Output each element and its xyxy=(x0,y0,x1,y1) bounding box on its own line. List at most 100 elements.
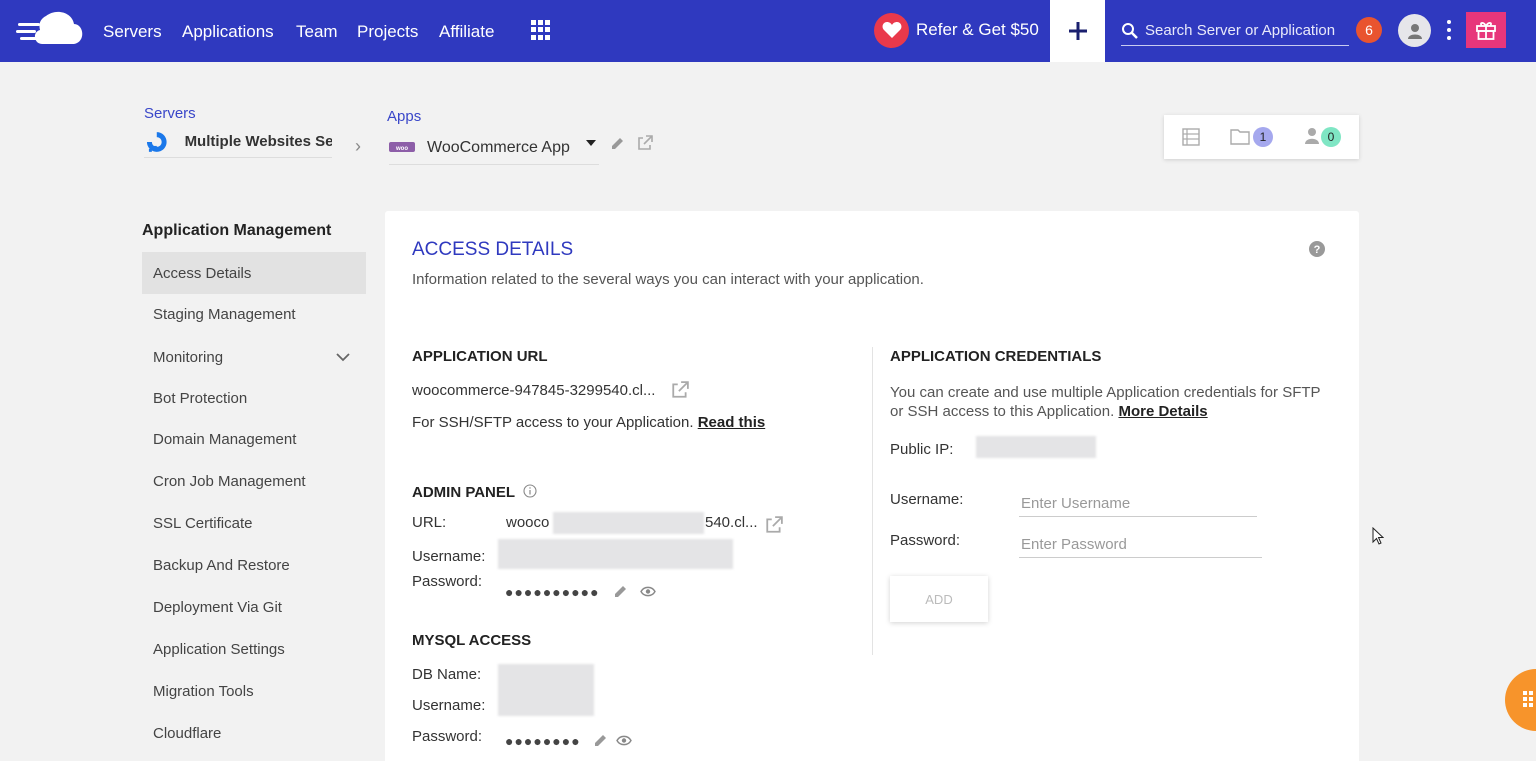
sidebar-title: Application Management xyxy=(142,222,332,239)
sidebar-item[interactable]: Deployment Via Git xyxy=(142,586,366,628)
admin-username-label: Username: xyxy=(412,548,486,565)
nav-affiliate[interactable]: Affiliate xyxy=(439,22,494,42)
refer-label: Refer & Get $50 xyxy=(916,20,1039,39)
admin-password-mask: ●●●●●●●●●● xyxy=(505,584,600,600)
page-subtitle: Information related to the several ways … xyxy=(412,271,924,288)
members-count-badge: 0 xyxy=(1321,127,1341,147)
search-icon xyxy=(1122,22,1138,39)
info-icon[interactable] xyxy=(523,484,537,498)
folder-icon[interactable] xyxy=(1230,128,1250,145)
edit-app-name-icon[interactable] xyxy=(611,137,624,150)
svg-text:woo: woo xyxy=(395,146,408,152)
sidebar-item[interactable]: Cloudflare xyxy=(142,712,366,754)
apps-grid-icon[interactable] xyxy=(531,20,551,40)
sidebar-item[interactable]: Migration Tools xyxy=(142,670,366,712)
cloudways-logo-icon[interactable] xyxy=(16,10,84,50)
app-url-external-icon[interactable] xyxy=(671,381,689,399)
user-avatar[interactable] xyxy=(1398,14,1431,47)
mysql-password-mask: ●●●●●●●● xyxy=(505,733,581,749)
sidebar-item[interactable]: Domain Management xyxy=(142,418,366,460)
ssh-access-text: For SSH/SFTP access to your Application. xyxy=(412,414,694,431)
ssh-access-note: For SSH/SFTP access to your Application.… xyxy=(412,414,765,431)
sidebar-item-label: Cloudflare xyxy=(153,724,222,742)
nav-servers[interactable]: Servers xyxy=(103,22,162,42)
more-menu-icon[interactable] xyxy=(1445,20,1453,40)
db-name-label: DB Name: xyxy=(412,666,482,683)
list-view-icon[interactable] xyxy=(1182,128,1200,146)
mouse-cursor-icon xyxy=(1372,527,1384,545)
admin-url-redacted xyxy=(553,512,704,534)
sidebar-item-label: Staging Management xyxy=(153,305,296,323)
nav-projects[interactable]: Projects xyxy=(357,22,418,42)
help-icon[interactable]: ? xyxy=(1309,241,1325,257)
open-external-icon[interactable] xyxy=(637,135,653,151)
credentials-desc-text: You can create and use multiple Applicat… xyxy=(890,384,1321,420)
members-icon[interactable] xyxy=(1304,127,1320,145)
sidebar-item-label: Domain Management xyxy=(153,430,297,448)
sidebar-item-label: Deployment Via Git xyxy=(153,598,282,616)
cred-password-input[interactable] xyxy=(1019,532,1262,558)
admin-url-start[interactable]: wooco xyxy=(506,514,549,531)
app-counters-panel: 1 0 xyxy=(1164,115,1359,159)
read-this-link[interactable]: Read this xyxy=(698,414,766,431)
sidebar-item[interactable]: Cron Job Management xyxy=(142,460,366,502)
chevron-down-icon[interactable] xyxy=(336,353,350,362)
sidebar-item[interactable]: Backup And Restore xyxy=(142,544,366,586)
svg-text:?: ? xyxy=(1314,244,1321,256)
admin-password-eye-icon[interactable] xyxy=(640,586,656,597)
mysql-username-label: Username: xyxy=(412,697,486,714)
servers-breadcrumb-label[interactable]: Servers xyxy=(144,105,196,122)
credentials-description: You can create and use multiple Applicat… xyxy=(890,383,1335,421)
woocommerce-icon: woo xyxy=(389,141,415,152)
sidebar-item[interactable]: Access Details xyxy=(142,252,366,294)
gift-icon xyxy=(1476,22,1496,40)
plus-icon xyxy=(1068,22,1087,40)
apps-breadcrumb-label[interactable]: Apps xyxy=(387,108,421,125)
floating-action-button[interactable] xyxy=(1505,669,1536,731)
add-new-button[interactable] xyxy=(1050,0,1105,62)
user-icon xyxy=(1407,23,1422,39)
more-details-link[interactable]: More Details xyxy=(1118,403,1207,420)
sidebar-item[interactable]: Monitoring xyxy=(142,336,366,378)
admin-url-label: URL: xyxy=(412,514,447,531)
admin-password-edit-icon[interactable] xyxy=(614,585,627,598)
page-title: ACCESS DETAILS xyxy=(412,239,574,260)
cred-username-input[interactable] xyxy=(1019,491,1257,517)
folder-count-badge: 1 xyxy=(1253,127,1273,147)
sidebar-item-label: Backup And Restore xyxy=(153,556,290,574)
mysql-password-edit-icon[interactable] xyxy=(594,734,607,747)
grid-dots-icon xyxy=(1523,691,1533,707)
admin-url-external-icon[interactable] xyxy=(765,516,783,534)
cred-password-label: Password: xyxy=(890,532,961,549)
admin-panel-heading-text: ADMIN PANEL xyxy=(412,484,515,501)
search-input[interactable] xyxy=(1145,22,1345,39)
public-ip-redacted xyxy=(976,436,1096,458)
sidebar-item-label: Bot Protection xyxy=(153,389,248,407)
mysql-password-eye-icon[interactable] xyxy=(616,735,632,746)
sidebar-item[interactable]: Bot Protection xyxy=(142,377,366,419)
mysql-password-label: Password: xyxy=(412,728,483,745)
sidebar-item-label: Monitoring xyxy=(153,348,224,366)
sidebar-item[interactable]: SSL Certificate xyxy=(142,502,366,544)
credentials-heading: APPLICATION CREDENTIALS xyxy=(890,348,1102,365)
admin-username-redacted xyxy=(498,539,733,569)
admin-url-end[interactable]: 540.cl... xyxy=(705,514,758,531)
gift-button[interactable] xyxy=(1466,12,1506,48)
search-box xyxy=(1121,16,1349,46)
server-name: Multiple Websites Ser xyxy=(184,133,332,150)
app-url-link[interactable]: woocommerce-947845-3299540.cl... xyxy=(412,382,655,399)
digitalocean-icon xyxy=(146,131,167,152)
nav-team[interactable]: Team xyxy=(296,22,338,42)
cred-username-label: Username: xyxy=(890,491,964,508)
refer-button[interactable]: Refer & Get $50 xyxy=(874,12,1039,48)
notification-badge[interactable]: 6 xyxy=(1356,17,1382,43)
sidebar-item-label: Migration Tools xyxy=(153,682,254,700)
sidebar-item[interactable]: Application Settings xyxy=(142,628,366,670)
sidebar-item[interactable]: Staging Management xyxy=(142,293,366,335)
server-selector[interactable]: Multiple Websites Ser xyxy=(144,126,332,158)
sidebar-item-label: Access Details xyxy=(153,264,252,282)
app-url-heading: APPLICATION URL xyxy=(412,348,548,365)
app-selector[interactable]: woo WooCommerce App xyxy=(389,131,599,165)
nav-applications[interactable]: Applications xyxy=(182,22,274,42)
add-credential-button[interactable]: ADD xyxy=(890,576,988,622)
